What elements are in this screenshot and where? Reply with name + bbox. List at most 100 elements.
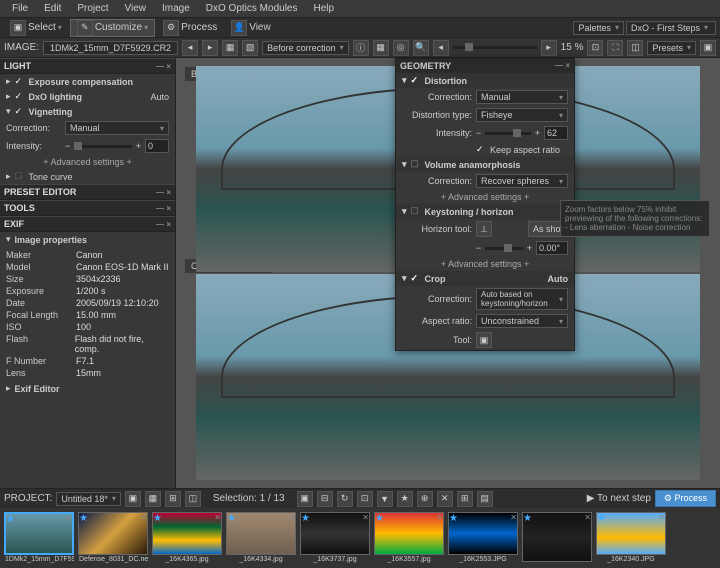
info-icon[interactable]: ⓘ [353, 40, 369, 56]
select-icon[interactable]: ▣ [10, 20, 26, 36]
geometry-header[interactable]: GEOMETRY — × [396, 59, 574, 73]
prev-button[interactable]: ◂ [182, 40, 198, 56]
horizon-tool-icon[interactable]: ⟂ [476, 221, 492, 237]
menu-dxo-modules[interactable]: DxO Optics Modules [198, 3, 306, 14]
tone-curve-row[interactable]: ▸ ☐ Tone curve [0, 169, 175, 184]
thumbnail[interactable]: 1DMk2_15mm_D7F59... [4, 512, 74, 564]
thumbnail[interactable]: _16K4365.jpg [152, 512, 222, 564]
customize-label[interactable]: Customize [95, 22, 142, 33]
split-icon[interactable]: ◫ [627, 40, 643, 56]
thumbnail[interactable]: _16K2340.JPG [596, 512, 666, 564]
tool-icon[interactable]: ▣ [700, 40, 716, 56]
chevron-down-icon[interactable]: ▾ [144, 23, 148, 32]
menu-edit[interactable]: Edit [36, 3, 69, 14]
panel-controls[interactable]: — × [156, 188, 171, 197]
filmstrip[interactable]: 1DMk2_15mm_D7F59... Defense_8031_DC.nef … [0, 508, 720, 568]
crop-tool-icon[interactable]: ▣ [476, 332, 492, 348]
grid-icon[interactable]: ▧ [242, 40, 258, 56]
unchecked-icon[interactable]: ☐ [411, 159, 421, 170]
palettes-dropdown[interactable]: Palettes ▾ [573, 21, 624, 35]
vignetting-row[interactable]: ▾ ✓ Vignetting [0, 104, 175, 119]
volume-section[interactable]: ▾ ☐ Volume anamorphosis [396, 157, 574, 172]
panel-controls[interactable]: — × [555, 61, 570, 71]
minus-icon[interactable]: − [476, 128, 481, 138]
expand-icon[interactable]: ⛶ [607, 40, 623, 56]
next-step-button[interactable]: ▶ To next step [587, 493, 651, 504]
project-name-dropdown[interactable]: Untitled 18* ▾ [56, 492, 121, 506]
correction-dropdown[interactable]: Manual ▾ [65, 121, 169, 135]
thumbnail[interactable]: Defense_8031_DC.nef [78, 512, 148, 564]
check-icon[interactable]: ✓ [411, 75, 421, 86]
distortion-section[interactable]: ▾ ✓ Distortion [396, 73, 574, 88]
crop-section[interactable]: ▾ ✓ Crop Auto [396, 271, 574, 286]
toolbar-icon[interactable]: ↻ [337, 491, 353, 507]
intensity-input[interactable] [145, 139, 169, 153]
exposure-row[interactable]: ▸ ✓ Exposure compensation [0, 74, 175, 89]
intensity-slider[interactable] [74, 145, 131, 148]
toolbar-icon[interactable]: ★ [397, 491, 413, 507]
target-icon[interactable]: ◎ [393, 40, 409, 56]
dxo-lighting-row[interactable]: ▸ ✓ DxO lighting Auto [0, 89, 175, 104]
thumbnail[interactable]: _16K2553.JPG [448, 512, 518, 564]
plus-icon[interactable]: + [136, 141, 141, 151]
grid-overlay-icon[interactable]: ▦ [373, 40, 389, 56]
advanced-settings[interactable]: + Advanced settings + [0, 155, 175, 169]
grid-icon[interactable]: ▦ [222, 40, 238, 56]
intensity-input[interactable] [544, 126, 568, 140]
toolbar-icon[interactable]: ⊞ [457, 491, 473, 507]
geometry-panel[interactable]: GEOMETRY — × ▾ ✓ Distortion Correction: … [395, 58, 575, 351]
thumbnail[interactable]: _16K4334.jpg [226, 512, 296, 564]
check-icon[interactable]: ✓ [15, 91, 25, 102]
filename-field[interactable]: 1DMk2_15mm_D7F5929.CR2 [43, 41, 178, 55]
unchecked-icon[interactable]: ☐ [411, 206, 421, 217]
menu-file[interactable]: File [4, 3, 36, 14]
tools-header[interactable]: TOOLS — × [0, 200, 175, 216]
panel-controls[interactable]: — × [156, 62, 171, 71]
thumbnail[interactable] [522, 512, 592, 564]
thumbnail[interactable]: _16K3737.jpg [300, 512, 370, 564]
toolbar-icon[interactable]: ◫ [185, 491, 201, 507]
select-label[interactable]: Select [28, 22, 56, 33]
next-icon[interactable]: ▸ [541, 40, 557, 56]
panel-controls[interactable]: — × [156, 220, 171, 229]
light-panel-header[interactable]: LIGHT — × [0, 58, 175, 74]
intensity-slider[interactable] [485, 132, 530, 135]
menu-project[interactable]: Project [69, 3, 116, 14]
toolbar-icon[interactable]: ▼ [377, 491, 393, 507]
check-icon[interactable]: ✓ [15, 106, 25, 117]
minus-icon[interactable]: − [65, 141, 70, 151]
plus-icon[interactable]: + [527, 243, 532, 253]
steps-dropdown[interactable]: DxO - First Steps ▾ [626, 21, 716, 35]
view-label[interactable]: View [249, 22, 271, 33]
horizon-slider[interactable] [485, 247, 522, 250]
thumbnail[interactable]: _16K3557.jpg [374, 512, 444, 564]
correction-mode-dropdown[interactable]: Before correction ▾ [262, 41, 349, 55]
menu-view[interactable]: View [116, 3, 154, 14]
zoom-icon[interactable]: 🔍 [413, 40, 429, 56]
exif-header[interactable]: EXIF — × [0, 216, 175, 232]
menu-help[interactable]: Help [305, 3, 342, 14]
advanced-settings[interactable]: + Advanced settings + [396, 257, 574, 271]
horizon-input[interactable] [536, 241, 568, 255]
customize-icon[interactable]: ✎ [77, 20, 93, 36]
toolbar-icon[interactable]: ⊡ [357, 491, 373, 507]
check-icon[interactable]: ✓ [476, 144, 486, 155]
fit-icon[interactable]: ⊡ [587, 40, 603, 56]
image-props-row[interactable]: ▾ Image properties [0, 232, 175, 247]
process-button[interactable]: ⚙ Process [655, 490, 716, 507]
process-label[interactable]: Process [181, 22, 217, 33]
distortion-type-dropdown[interactable]: Fisheye ▾ [476, 108, 568, 122]
panel-controls[interactable]: — × [156, 204, 171, 213]
toolbar-icon[interactable]: ⊟ [317, 491, 333, 507]
toolbar-icon[interactable]: ⊕ [417, 491, 433, 507]
distortion-correction-dropdown[interactable]: Manual ▾ [476, 90, 568, 104]
process-icon[interactable]: ⚙ [163, 20, 179, 36]
toolbar-icon[interactable]: ⊞ [165, 491, 181, 507]
toolbar-icon[interactable]: ▦ [145, 491, 161, 507]
keystoning-section[interactable]: ▾ ☐ Keystoning / horizon [396, 204, 574, 219]
unchecked-icon[interactable]: ☐ [15, 171, 25, 182]
toolbar-icon[interactable]: ✕ [437, 491, 453, 507]
exif-editor-row[interactable]: ▸ Exif Editor [0, 381, 175, 396]
check-icon[interactable]: ✓ [15, 76, 25, 87]
toolbar-icon[interactable]: ▣ [297, 491, 313, 507]
